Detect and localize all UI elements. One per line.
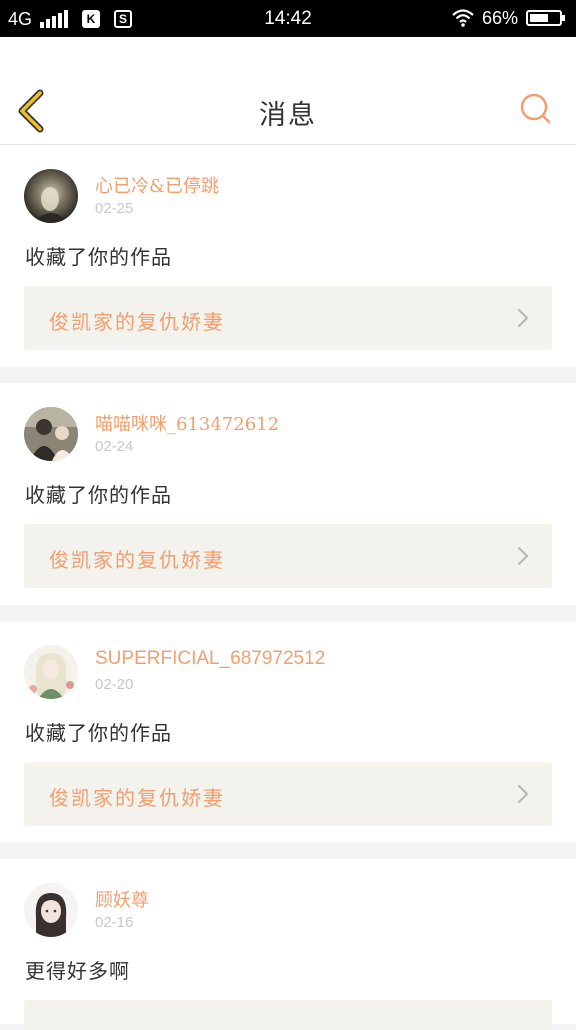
message-item: 心已冷&已停跳 02-25 收藏了你的作品 俊凯家的复仇娇妻 bbox=[0, 145, 576, 367]
page-title: 消息 bbox=[259, 100, 317, 131]
avatar[interactable] bbox=[24, 883, 78, 937]
user-name[interactable]: 心已冷&已停跳 bbox=[95, 172, 219, 198]
chevron-right-icon bbox=[517, 784, 529, 804]
user-name[interactable]: SUPERFICIAL_687972512 bbox=[95, 648, 325, 670]
work-title: 俊凯家的复仇娇妻 bbox=[49, 310, 225, 334]
message-item: SUPERFICIAL_687972512 02-20 收藏了你的作品 俊凯家的… bbox=[0, 621, 576, 843]
battery-percent: 66% bbox=[481, 8, 518, 28]
message-text: 收藏了你的作品 bbox=[25, 245, 172, 269]
message-date: 02-20 bbox=[95, 676, 134, 693]
message-text: 收藏了你的作品 bbox=[25, 483, 172, 507]
battery-level bbox=[530, 14, 548, 22]
avatar[interactable] bbox=[24, 645, 78, 699]
work-link[interactable]: 俊凯家的复仇娇妻 bbox=[24, 524, 552, 588]
avatar[interactable] bbox=[24, 407, 78, 461]
work-link[interactable]: 俊凯家的复仇娇妻 bbox=[24, 286, 552, 350]
app-header: 消息 bbox=[0, 37, 576, 145]
user-name[interactable]: 喵喵咪咪_613472612 bbox=[95, 410, 279, 436]
message-date: 02-24 bbox=[95, 438, 134, 455]
avatar[interactable] bbox=[24, 169, 78, 223]
search-icon[interactable] bbox=[518, 91, 554, 127]
message-item: 顾妖尊 02-16 更得好多啊 bbox=[0, 859, 576, 1030]
user-name[interactable]: 顾妖尊 bbox=[95, 886, 149, 912]
chevron-right-icon bbox=[517, 546, 529, 566]
work-title: 俊凯家的复仇娇妻 bbox=[49, 786, 225, 810]
message-item: 喵喵咪咪_613472612 02-24 收藏了你的作品 俊凯家的复仇娇妻 bbox=[0, 383, 576, 605]
message-date: 02-25 bbox=[95, 200, 134, 217]
message-text: 更得好多啊 bbox=[25, 959, 130, 983]
status-bar: 4G K S 14:42 66% bbox=[0, 0, 576, 37]
chevron-right-icon bbox=[517, 308, 529, 328]
work-title: 俊凯家的复仇娇妻 bbox=[49, 548, 225, 572]
wifi-icon bbox=[452, 9, 474, 27]
work-link[interactable] bbox=[24, 1000, 552, 1030]
message-text: 收藏了你的作品 bbox=[25, 721, 172, 745]
battery-icon bbox=[526, 10, 565, 26]
message-date: 02-16 bbox=[95, 914, 134, 931]
work-link[interactable]: 俊凯家的复仇娇妻 bbox=[24, 762, 552, 826]
